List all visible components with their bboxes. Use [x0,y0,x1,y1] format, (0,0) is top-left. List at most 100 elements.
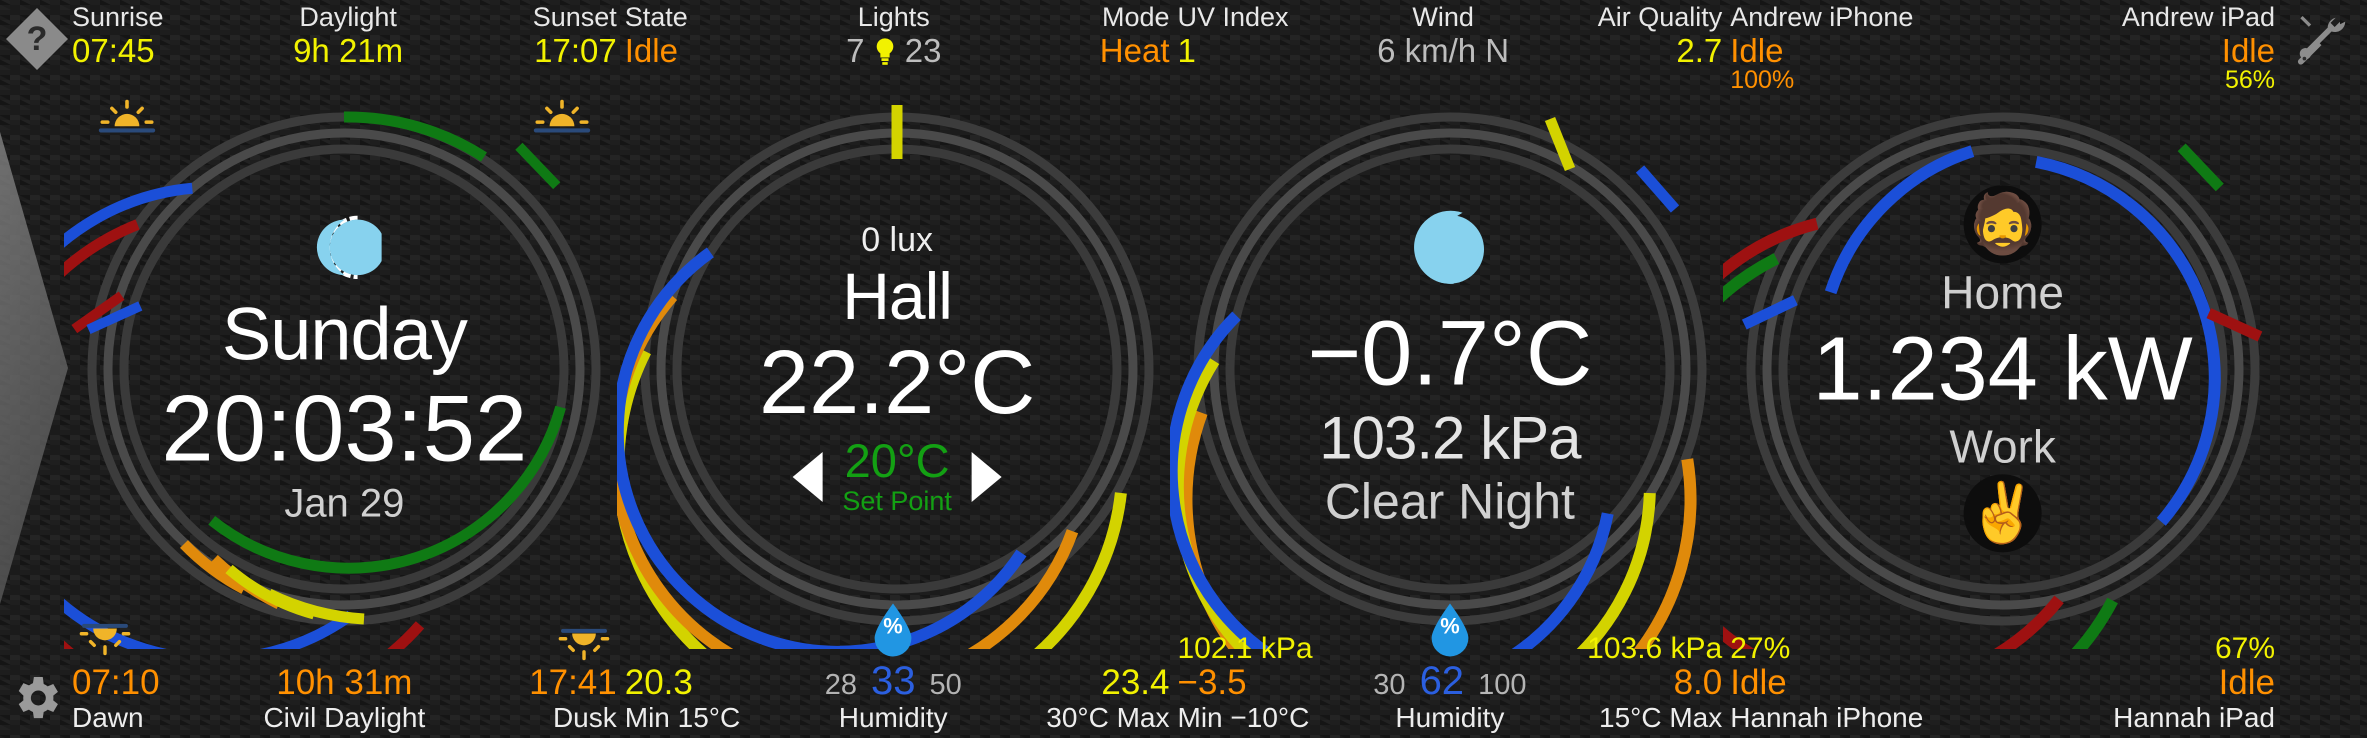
footer-temp-min: 20.3 Min 15°C [624,662,741,733]
footer-value: 07:10 [72,662,160,702]
header-label: Daylight [299,2,397,32]
header-value: 17:07 [534,31,617,69]
header-label: Andrew iPad [2121,2,2275,32]
header-wind: Wind 6 km/h N [1377,2,1509,67]
humidity-current: 62 [1419,658,1465,703]
panel-weather: UV Index 1 Wind 6 km/h N Air Quality 2.7 [1169,0,1727,738]
footer-hannah-ipad: 67% Idle Hannah iPad [2113,633,2275,732]
weather-gauge [1169,112,1707,649]
header-sunrise: Sunrise 07:45 [72,2,164,69]
footer-label: Dawn [72,701,144,733]
footer-label: Humidity [1395,701,1505,733]
svg-text:%: % [884,613,903,638]
footer-top-value: 102.1 kPa [1177,632,1313,666]
footer-label: 15°C Max [1599,701,1723,733]
header-value: Idle [624,31,678,69]
header-air-quality: Air Quality 2.7 [1597,2,1723,69]
header-label: Lights [857,2,930,32]
humidity-current: 33 [870,658,916,703]
settings-gear-icon[interactable] [8,670,64,726]
footer-humidity: % 30 62 100 Humidity [1373,602,1526,732]
footer-value: Idle [2218,662,2275,702]
humidity-min: 28 [824,668,857,701]
setpoint-value: 20°C [844,434,950,487]
panel-thermostat: State Idle Lights 7 23 Mode Heat 0 lux H… [617,0,1174,738]
header-label: Sunrise [72,2,164,32]
svg-text:%: % [1440,613,1459,638]
footer-value: −3.5 [1177,662,1247,702]
setpoint-label: Set Point [842,486,952,516]
footer-value: Idle [1730,662,1787,702]
footer-pressure-max: 103.6 kPa 8.0 15°C Max [1587,633,1722,732]
humidity-max: 100 [1478,668,1527,701]
footer-value: 23.4 [1101,662,1170,702]
footer-value: 20.3 [624,662,693,702]
header-lights: Lights 7 23 [846,2,942,69]
tools-icon[interactable] [2291,10,2353,72]
header-value: 2.7 [1676,31,1723,69]
battery-percent: 27% [1730,632,1791,666]
humidity-min: 30 [1373,668,1406,701]
lightbulb-icon [874,37,896,67]
footer-label: Hannah iPad [2113,701,2275,733]
header-sunset: Sunset 17:07 [533,3,617,69]
footer-humidity: % 28 33 50 Humidity [825,602,962,732]
lights-total-count: 23 [904,31,942,69]
footer-label: Min −10°C [1177,701,1310,733]
setpoint-decrease-button[interactable] [792,452,823,502]
dusk-icon [529,623,617,665]
header-mode: Mode Heat [1099,2,1170,69]
footer-dusk: 17:41 Dusk [529,623,617,732]
footer-top-value: 103.6 kPa [1587,632,1723,666]
dawn-icon [72,618,160,665]
footer-value: 8.0 [1673,662,1723,702]
footer-dawn: 07:10 Dawn [72,618,160,732]
header-label: Andrew iPhone [1730,2,1914,32]
power-gauge [1722,112,2262,649]
humidity-values: 30 62 100 [1373,660,1526,702]
gauge-panels: Sunrise 07:45 Daylight 9h 21m Sunset 17:… [64,0,2279,738]
header-value: 07:45 [72,31,155,69]
footer-hannah-iphone: 27% Idle Hannah iPhone [1730,633,1923,732]
thermostat-footer: 20.3 Min 15°C % 28 33 50 Humidity 23.4 3… [621,603,1174,733]
header-lights-value: 7 23 [846,31,942,69]
footer-label: Civil Daylight [263,701,426,733]
humidity-values: 28 33 50 [825,660,962,702]
help-icon-label: ? [26,19,48,58]
humidity-drop-icon: % [1427,602,1473,658]
humidity-max: 50 [929,668,962,701]
humidity-drop-icon: % [870,602,916,658]
panel-power: Andrew iPhone Idle 100% Andrew iPad Idle… [1722,0,2279,738]
footer-civil-daylight: 10h 31m Civil Daylight [263,662,426,733]
header-value: Idle [1730,31,1784,69]
footer-label: Hannah iPhone [1730,701,1924,733]
weather-footer: 102.1 kPa −3.5 Min −10°C % 30 62 100 Hum… [1174,603,1727,732]
header-label: Wind [1412,2,1474,32]
header-label: Mode [1101,2,1170,32]
thermostat-gauge [617,105,1154,649]
help-icon[interactable]: ? [6,8,68,70]
footer-pressure-min: 102.1 kPa −3.5 Min −10°C [1178,633,1313,732]
header-daylight: Daylight 9h 21m [293,2,404,69]
footer-temp-max: 23.4 30°C Max [1046,662,1170,733]
header-label: Air Quality [1597,2,1723,32]
header-value: Idle [2221,31,2275,69]
footer-label: Humidity [838,701,948,733]
header-label: State [624,2,688,32]
panel-clock: Sunrise 07:45 Daylight 9h 21m Sunset 17:… [64,0,621,738]
header-andrew-ipad: Andrew iPad Idle 56% [2121,2,2275,94]
header-state: State Idle [624,2,688,69]
footer-label: Min 15°C [624,701,741,733]
header-value: Heat [1099,31,1170,69]
setpoint-control: 20°C Set Point [621,437,1174,517]
header-value: 9h 21m [293,31,404,69]
header-uv-index: UV Index 1 [1177,3,1289,69]
footer-value: 10h 31m [276,662,413,702]
battery-percent: 67% [2214,632,2275,666]
power-footer: 27% Idle Hannah iPhone 67% Idle Hannah i… [1726,612,2279,732]
footer-value: 17:41 [529,662,617,702]
header-value: 1 [1177,31,1196,69]
clock-gauge [64,111,601,649]
setpoint-increase-button[interactable] [971,452,1002,502]
footer-label: 30°C Max [1046,701,1170,733]
